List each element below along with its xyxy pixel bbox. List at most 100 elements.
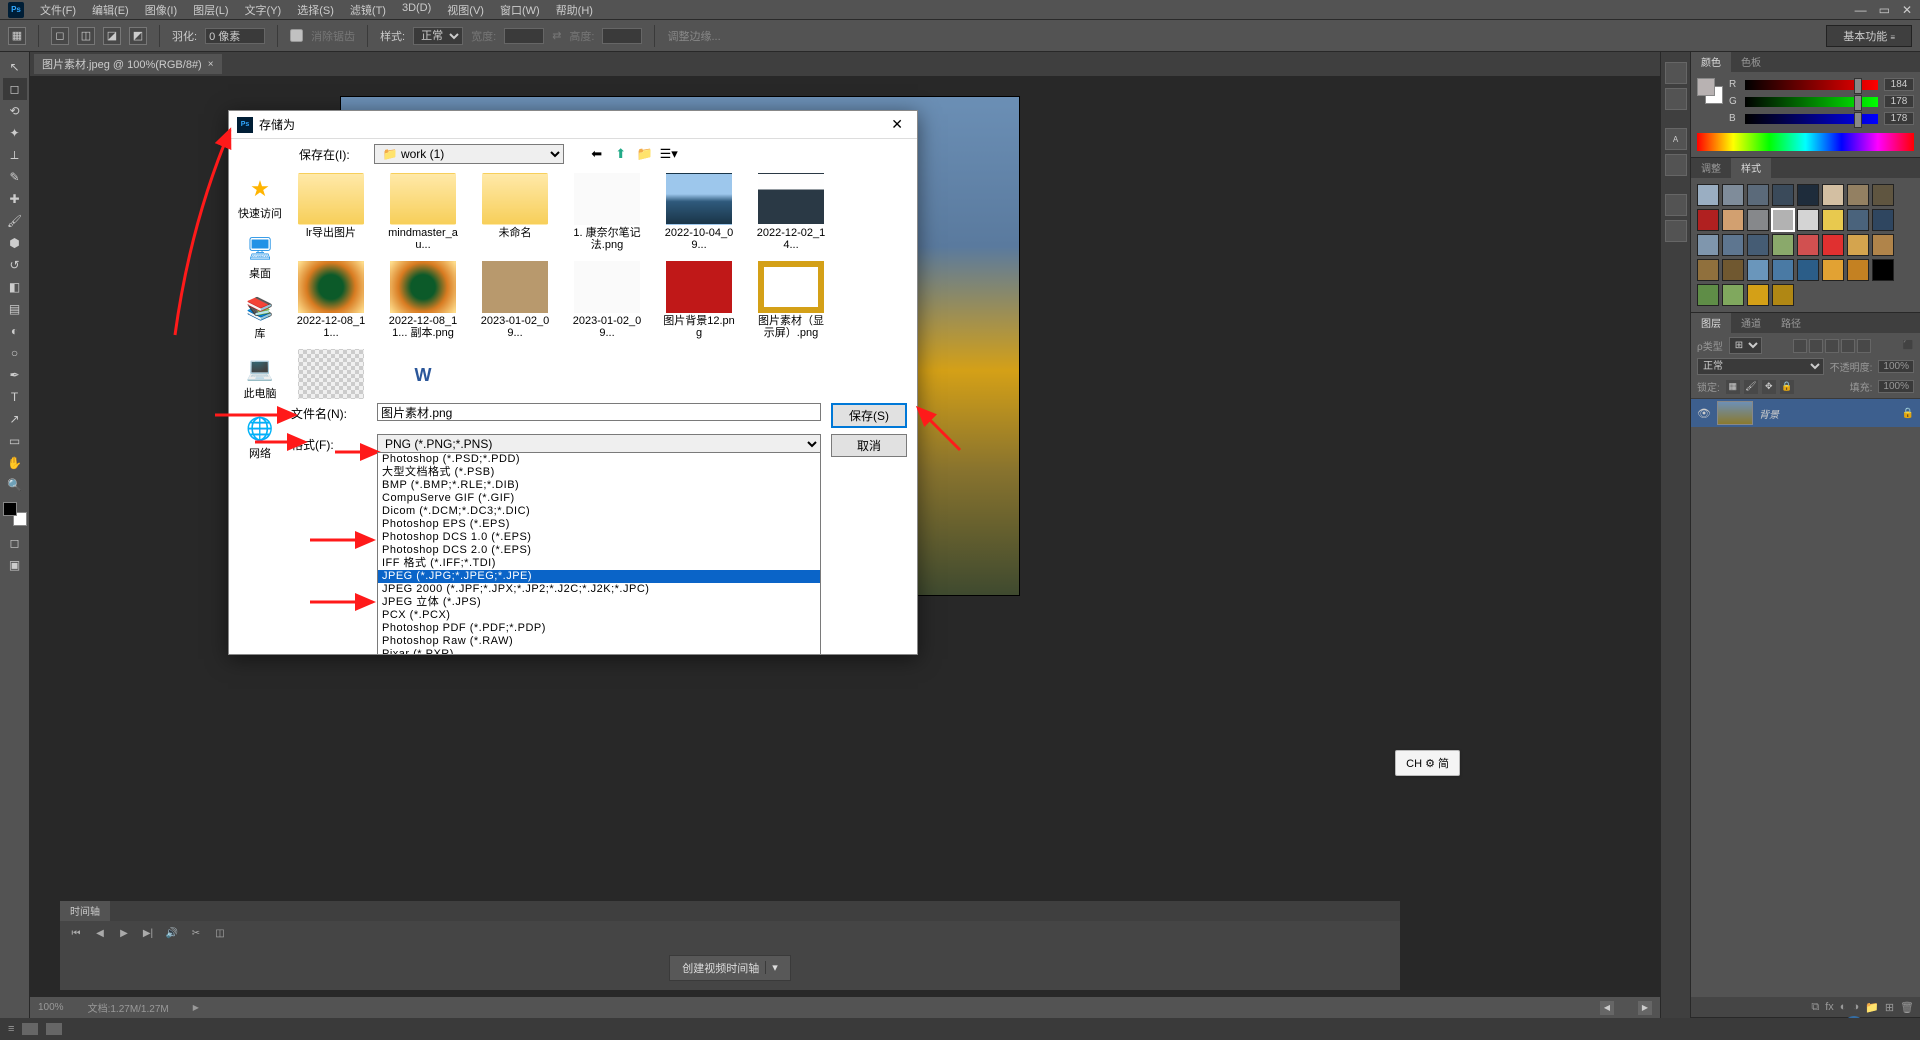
style-swatch[interactable] — [1847, 234, 1869, 256]
styles-tab[interactable]: 样式 — [1731, 158, 1771, 178]
ime-indicator[interactable]: CH ⚙ 简 — [1395, 750, 1460, 776]
hand-tool[interactable]: ✋ — [3, 452, 27, 474]
bottom-icon[interactable]: ≡ — [8, 1023, 14, 1035]
format-option[interactable]: Pixar (*.PXR) — [378, 648, 820, 654]
format-option[interactable]: Photoshop Raw (*.RAW) — [378, 635, 820, 648]
save-in-select[interactable]: 📁 work (1) — [374, 144, 564, 164]
delete-layer-icon[interactable]: 🗑 — [1900, 1001, 1914, 1014]
zoom-level[interactable]: 100% — [38, 1002, 64, 1013]
feather-input[interactable] — [205, 28, 265, 44]
blend-mode-select[interactable]: 正常 — [1697, 358, 1824, 375]
dodge-tool[interactable]: ○ — [3, 342, 27, 364]
sidebar-desktop[interactable]: 🖥桌面 — [244, 235, 276, 281]
format-option[interactable]: 大型文档格式 (*.PSB) — [378, 466, 820, 479]
paths-tab[interactable]: 路径 — [1771, 313, 1811, 333]
file-item[interactable]: 图片素材.png — [293, 349, 369, 399]
style-swatch[interactable] — [1822, 184, 1844, 206]
audio-icon[interactable]: 🔊 — [164, 925, 180, 941]
file-item[interactable]: 2022-12-08_11... 副本.png — [385, 261, 461, 339]
stamp-tool[interactable]: ⬢ — [3, 232, 27, 254]
bottom-icon[interactable] — [46, 1023, 62, 1035]
antialias-checkbox[interactable] — [290, 29, 303, 42]
foreground-background-colors[interactable] — [3, 502, 27, 526]
file-item[interactable]: 2023-01-02_09... — [477, 261, 553, 339]
file-grid[interactable]: lr导出图片mindmaster_au...未命名1. 康奈尔笔记法.png20… — [291, 169, 907, 399]
format-dropdown-list[interactable]: Photoshop (*.PSD;*.PDD)大型文档格式 (*.PSB)BMP… — [377, 452, 821, 654]
file-item[interactable]: mindmaster_au... — [385, 173, 461, 251]
paragraph-dock-icon[interactable] — [1665, 154, 1687, 176]
file-item[interactable]: 2022-12-02_14... — [753, 173, 829, 251]
format-option[interactable]: JPEG 2000 (*.JPF;*.JPX;*.JP2;*.J2C;*.J2K… — [378, 583, 820, 596]
up-icon[interactable]: ⬆ — [612, 145, 630, 163]
filter-adjustment-icon[interactable] — [1809, 339, 1823, 353]
layer-mask-icon[interactable]: ◐ — [1840, 1001, 1847, 1013]
style-swatch[interactable] — [1697, 284, 1719, 306]
heal-tool[interactable]: ✚ — [3, 188, 27, 210]
swatches-tab[interactable]: 色板 — [1731, 52, 1771, 72]
style-swatch[interactable] — [1822, 234, 1844, 256]
format-option[interactable]: Photoshop (*.PSD;*.PDD) — [378, 453, 820, 466]
format-option[interactable]: Photoshop EPS (*.EPS) — [378, 518, 820, 531]
intersect-selection-icon[interactable]: ◩ — [129, 27, 147, 45]
adjustments-tab[interactable]: 调整 — [1691, 158, 1731, 178]
chevron-down-icon[interactable]: ▾ — [765, 961, 778, 974]
filter-type-icon[interactable] — [1825, 339, 1839, 353]
character-dock-icon[interactable]: A — [1665, 128, 1687, 150]
play-icon[interactable]: ▶ — [116, 925, 132, 941]
style-swatch[interactable] — [1747, 259, 1769, 281]
g-slider[interactable] — [1745, 97, 1878, 107]
gradient-tool[interactable]: ▤ — [3, 298, 27, 320]
style-swatch[interactable] — [1697, 259, 1719, 281]
lock-position-icon[interactable]: ✥ — [1762, 380, 1776, 394]
r-value[interactable]: 184 — [1884, 78, 1914, 91]
format-option[interactable]: CompuServe GIF (*.GIF) — [378, 492, 820, 505]
filename-input[interactable] — [377, 403, 821, 421]
file-item[interactable]: W图片素材01.png — [385, 349, 461, 399]
style-swatch[interactable] — [1872, 209, 1894, 231]
close-button[interactable]: ✕ — [1902, 3, 1912, 17]
color-spectrum[interactable] — [1697, 133, 1914, 151]
menu-item[interactable]: 文字(Y) — [237, 2, 290, 18]
g-value[interactable]: 178 — [1884, 95, 1914, 108]
maximize-button[interactable]: ▭ — [1879, 3, 1890, 17]
sidebar-library[interactable]: 📚库 — [244, 295, 276, 341]
file-item[interactable]: 2022-12-08_11... — [293, 261, 369, 339]
style-swatch[interactable] — [1847, 209, 1869, 231]
style-swatch[interactable] — [1797, 184, 1819, 206]
menu-item[interactable]: 视图(V) — [439, 2, 492, 18]
style-swatch[interactable] — [1847, 184, 1869, 206]
file-item[interactable]: 图片背景12.png — [661, 261, 737, 339]
new-layer-icon[interactable]: ⊞ — [1885, 1001, 1894, 1014]
style-swatch[interactable] — [1772, 209, 1794, 231]
swap-icon[interactable]: ⇄ — [552, 29, 561, 42]
layer-style-icon[interactable]: fx — [1825, 1001, 1834, 1013]
clone-dock-icon[interactable] — [1665, 220, 1687, 242]
format-option[interactable]: Photoshop PDF (*.PDF;*.PDP) — [378, 622, 820, 635]
dialog-titlebar[interactable]: Ps 存储为 ✕ — [229, 111, 917, 139]
style-select[interactable]: 正常 — [413, 27, 463, 45]
wand-tool[interactable]: ✦ — [3, 122, 27, 144]
add-selection-icon[interactable]: ◫ — [77, 27, 95, 45]
style-swatch[interactable] — [1697, 234, 1719, 256]
goto-first-icon[interactable]: ⏮ — [68, 925, 84, 941]
width-input[interactable] — [504, 28, 544, 44]
style-swatch[interactable] — [1697, 209, 1719, 231]
layer-thumbnail[interactable] — [1717, 401, 1753, 425]
filter-shape-icon[interactable] — [1841, 339, 1855, 353]
new-selection-icon[interactable]: ◻ — [51, 27, 69, 45]
menu-item[interactable]: 文件(F) — [32, 2, 84, 18]
type-tool[interactable]: T — [3, 386, 27, 408]
layer-filter-select[interactable]: ⊞ — [1729, 337, 1762, 354]
sidebar-network[interactable]: 🌐网络 — [244, 415, 276, 461]
menu-item[interactable]: 帮助(H) — [548, 2, 601, 18]
brush-tool[interactable]: 🖌 — [3, 210, 27, 232]
menu-item[interactable]: 滤镜(T) — [342, 2, 394, 18]
style-swatch[interactable] — [1697, 184, 1719, 206]
timeline-tab[interactable]: 时间轴 — [60, 901, 110, 921]
format-option[interactable]: PCX (*.PCX) — [378, 609, 820, 622]
blur-tool[interactable]: ◐ — [3, 320, 27, 342]
format-option[interactable]: Dicom (*.DCM;*.DC3;*.DIC) — [378, 505, 820, 518]
format-select[interactable]: PNG (*.PNG;*.PNS) — [377, 434, 821, 454]
style-swatch[interactable] — [1772, 259, 1794, 281]
menu-item[interactable]: 选择(S) — [289, 2, 342, 18]
